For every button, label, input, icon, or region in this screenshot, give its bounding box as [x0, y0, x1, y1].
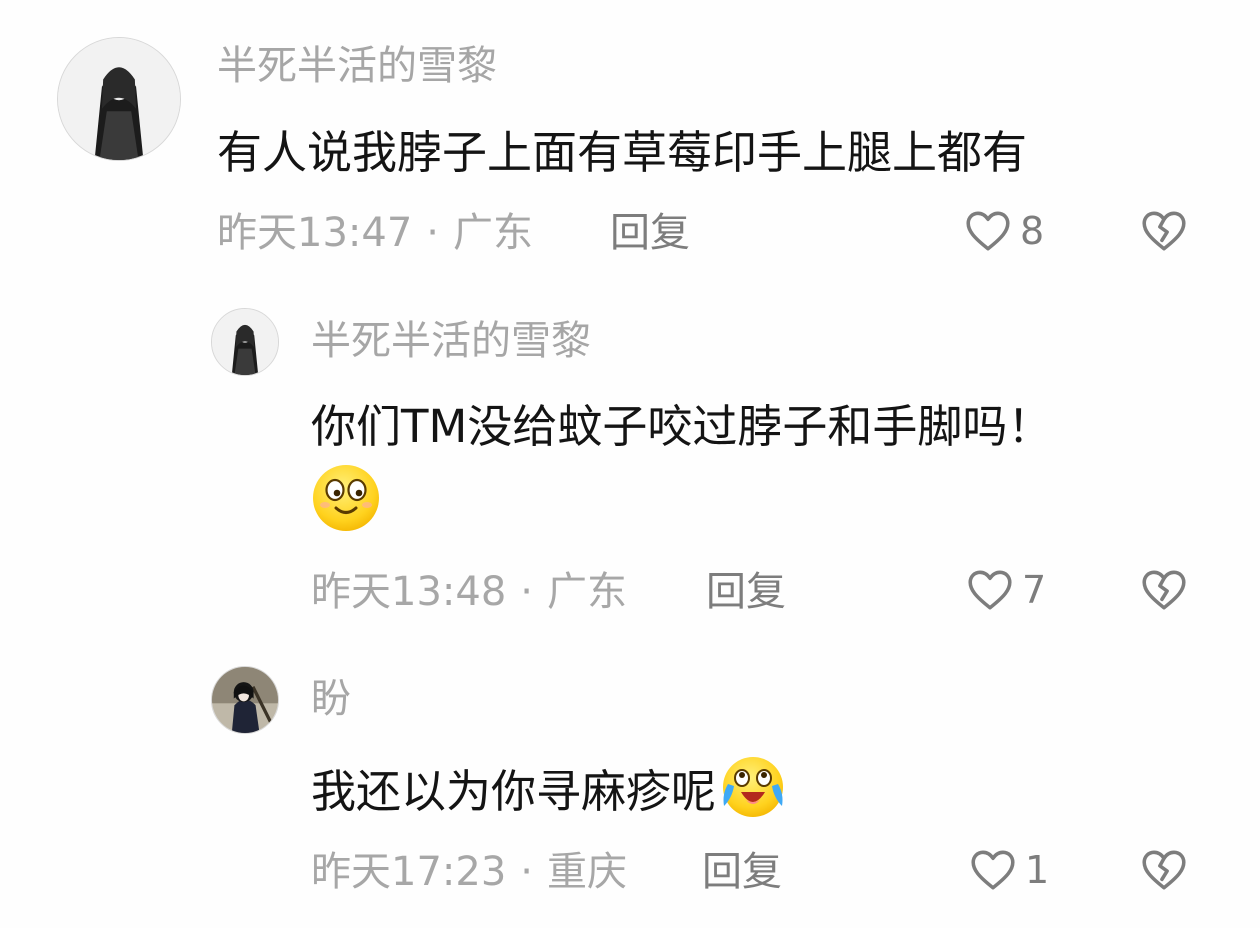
reply-button[interactable]: 回复	[706, 569, 786, 615]
like-count: 8	[1020, 209, 1045, 253]
comment-meta: 昨天13:48 · 广东	[311, 569, 627, 615]
reply-button[interactable]: 回复	[610, 210, 690, 256]
like-count: 7	[1022, 568, 1047, 612]
reply-button[interactable]: 回复	[702, 849, 782, 895]
avatar-image	[212, 667, 278, 733]
comment-time: 昨天17:23	[311, 849, 507, 895]
smiling-face-emoji	[311, 463, 381, 537]
username[interactable]: 半死半活的雪黎	[311, 318, 591, 364]
broken-heart-icon	[1142, 211, 1186, 251]
reply-comment-item: 半死半活的雪黎 你们TM没给蚊子咬过脖子和手脚吗！ 昨天13:48 · 广东 回复	[0, 280, 1260, 640]
dislike-button[interactable]	[1137, 845, 1191, 899]
like-count: 1	[1025, 848, 1050, 892]
comment-text-content: 我还以为你寻麻疹呢	[311, 765, 717, 818]
crying-laughing-face-emoji	[718, 754, 788, 836]
comment-text: 我还以为你寻麻疹呢	[311, 754, 788, 836]
heart-outline-icon	[971, 850, 1015, 890]
comment-time: 昨天13:47	[217, 210, 413, 256]
comment-time: 昨天13:48	[311, 569, 507, 615]
avatar-image	[58, 38, 180, 160]
like-button[interactable]: 7	[964, 565, 1046, 615]
heart-outline-icon	[968, 570, 1012, 610]
avatar[interactable]	[57, 37, 181, 161]
avatar[interactable]	[211, 308, 279, 376]
meta-separator: ·	[426, 210, 439, 256]
comment-location: 重庆	[547, 849, 627, 895]
broken-heart-icon	[1142, 570, 1186, 610]
comment-text: 有人说我脖子上面有草莓印手上腿上都有	[217, 126, 1028, 179]
username[interactable]: 盼	[311, 676, 351, 722]
avatar[interactable]	[211, 666, 279, 734]
avatar-image	[212, 309, 278, 375]
heart-outline-icon	[966, 211, 1010, 251]
reply-comment-item: 盼 我还以为你寻麻疹呢 昨天17:23 · 重庆 回复 1	[0, 640, 1260, 928]
like-button[interactable]: 1	[967, 845, 1049, 895]
comment-meta: 昨天17:23 · 重庆	[311, 849, 627, 895]
comment-location: 广东	[453, 210, 533, 256]
username[interactable]: 半死半活的雪黎	[217, 43, 497, 89]
like-button[interactable]: 8	[962, 206, 1044, 256]
dislike-button[interactable]	[1137, 206, 1191, 260]
meta-separator: ·	[520, 849, 533, 895]
comment-item: 半死半活的雪黎 有人说我脖子上面有草莓印手上腿上都有 昨天13:47 · 广东 回复…	[0, 0, 1260, 280]
dislike-button[interactable]	[1137, 565, 1191, 619]
meta-separator: ·	[520, 569, 533, 615]
comment-location: 广东	[547, 569, 627, 615]
comment-meta: 昨天13:47 · 广东	[217, 210, 533, 256]
comment-text: 你们TM没给蚊子咬过脖子和手脚吗！	[311, 400, 1053, 453]
broken-heart-icon	[1142, 850, 1186, 890]
